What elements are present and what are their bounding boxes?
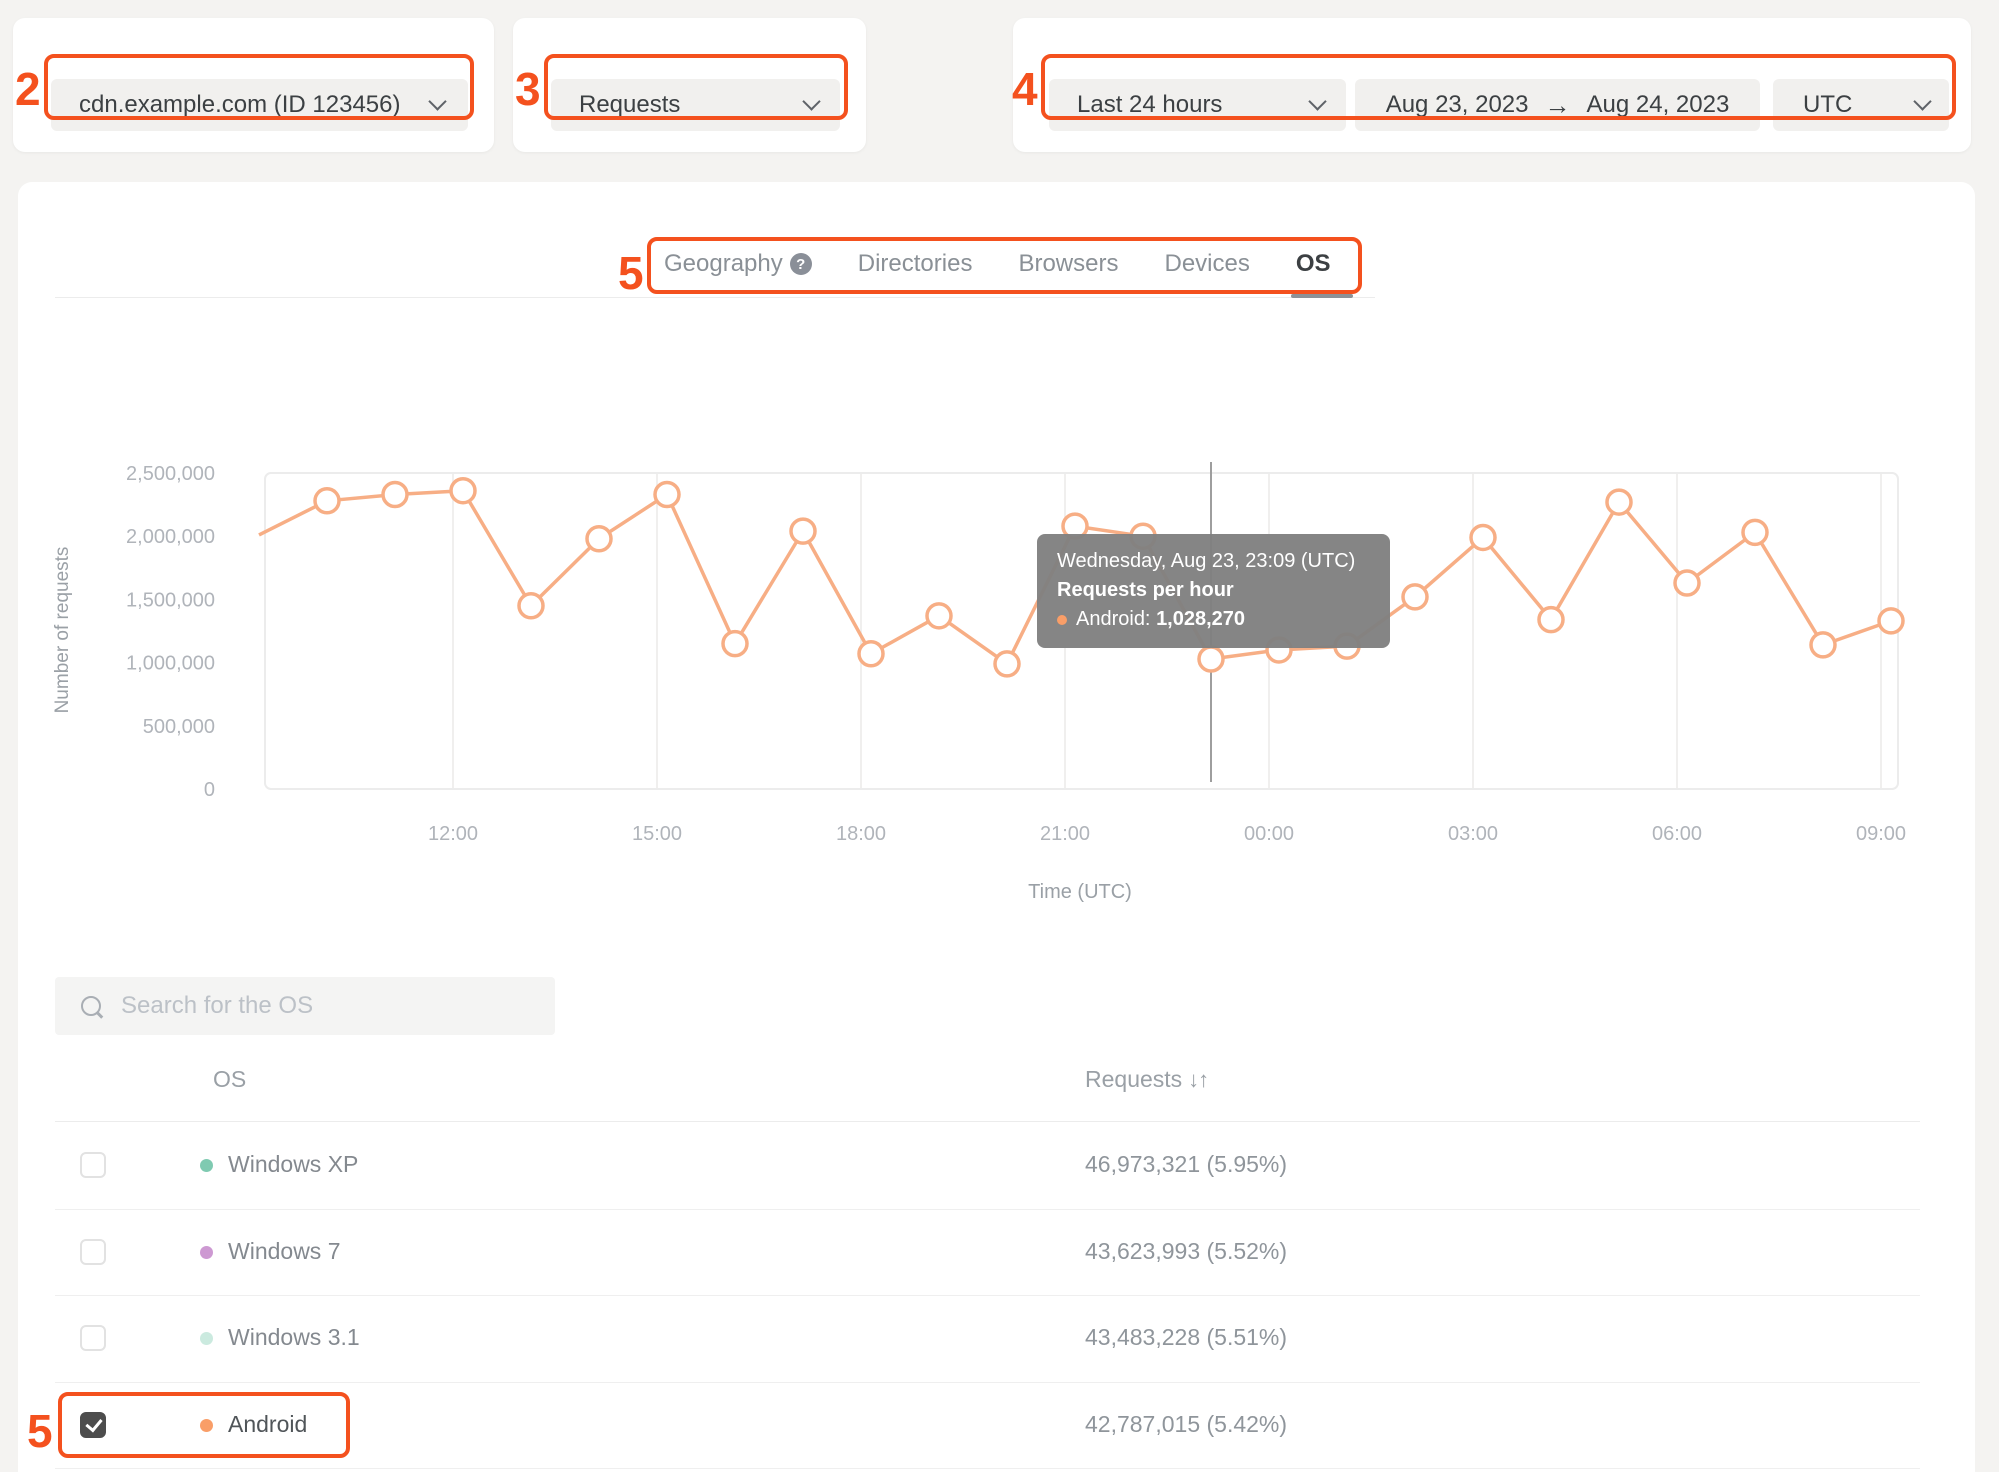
tab-devices[interactable]: Devices	[1164, 250, 1249, 278]
active-tab-underline	[1291, 294, 1353, 298]
svg-text:0: 0	[204, 779, 215, 801]
date-to: Aug 24, 2023	[1587, 91, 1730, 119]
chevron-down-icon	[802, 92, 820, 110]
table-row-windows-xp[interactable]: Windows XP 46,973,321 (5.95%)	[55, 1122, 1920, 1210]
resource-select-value: cdn.example.com (ID 123456)	[79, 91, 401, 119]
chevron-down-icon	[1308, 92, 1326, 110]
metric-card: Requests	[513, 18, 866, 152]
time-range-select[interactable]: Last 24 hours	[1049, 79, 1346, 131]
metric-select[interactable]: Requests	[551, 79, 840, 131]
date-range-field[interactable]: Aug 23, 2023 → Aug 24, 2023	[1355, 79, 1760, 131]
requests-line-chart[interactable]: 12:00 15:00 18:00 21:00 00:00 03:00 06:00 09:00…	[0, 430, 1999, 930]
os-name: Android	[228, 1411, 307, 1438]
tooltip-series-row: Android: 1,028,270	[1057, 605, 1370, 634]
tab-geography[interactable]: Geography?	[664, 250, 812, 278]
svg-text:2,500,000: 2,500,000	[126, 463, 215, 485]
tab-os[interactable]: OS	[1296, 250, 1331, 278]
tooltip-title: Wednesday, Aug 23, 23:09 (UTC)	[1057, 547, 1370, 576]
svg-text:21:00: 21:00	[1040, 823, 1090, 845]
requests-value: 43,483,228 (5.51%)	[1085, 1324, 1287, 1351]
cdn-statistics-page: cdn.example.com (ID 123456) Requests Las…	[0, 0, 1999, 1472]
chart-tooltip: Wednesday, Aug 23, 23:09 (UTC) Requests …	[1037, 534, 1390, 648]
column-header-requests[interactable]: Requests↓↑	[1085, 1066, 1208, 1093]
os-name: Windows 7	[228, 1238, 340, 1265]
tab-label: Devices	[1164, 250, 1249, 278]
svg-text:2,000,000: 2,000,000	[126, 526, 215, 548]
os-search-box	[55, 977, 555, 1035]
series-color-dot-icon	[200, 1246, 213, 1259]
tab-directories[interactable]: Directories	[858, 250, 973, 278]
series-dot-icon	[1057, 615, 1067, 625]
svg-text:500,000: 500,000	[143, 716, 215, 738]
resource-card: cdn.example.com (ID 123456)	[13, 18, 494, 152]
series-color-dot-icon	[200, 1419, 213, 1432]
analytics-tabs: Geography? Directories Browsers Devices OS	[664, 250, 1331, 278]
resource-select[interactable]: cdn.example.com (ID 123456)	[51, 79, 468, 131]
requests-value: 43,623,993 (5.52%)	[1085, 1238, 1287, 1265]
svg-text:03:00: 03:00	[1448, 823, 1498, 845]
timezone-select[interactable]: UTC	[1773, 79, 1949, 131]
chevron-down-icon	[428, 92, 446, 110]
series-color-dot-icon	[200, 1159, 213, 1172]
tooltip-series-label: Android:	[1076, 608, 1151, 630]
metric-select-value: Requests	[579, 91, 680, 119]
tooltip-value: 1,028,270	[1156, 608, 1245, 630]
timezone-value: UTC	[1803, 91, 1852, 119]
table-row-windows-3-1[interactable]: Windows 3.1 43,483,228 (5.51%)	[55, 1295, 1920, 1383]
table-row-android[interactable]: Android 42,787,015 (5.42%)	[55, 1382, 1920, 1470]
svg-text:1,000,000: 1,000,000	[126, 653, 215, 675]
time-range-value: Last 24 hours	[1077, 91, 1222, 119]
date-from: Aug 23, 2023	[1386, 91, 1529, 119]
svg-text:18:00: 18:00	[836, 823, 886, 845]
search-input[interactable]	[119, 991, 523, 1021]
chevron-down-icon	[1913, 92, 1931, 110]
checkbox-unchecked[interactable]	[80, 1152, 106, 1178]
os-name: Windows XP	[228, 1151, 358, 1178]
checkbox-checked[interactable]	[80, 1412, 106, 1438]
svg-text:Number of requests: Number of requests	[52, 547, 73, 714]
requests-value: 46,973,321 (5.95%)	[1085, 1151, 1287, 1178]
svg-text:00:00: 00:00	[1244, 823, 1294, 845]
search-icon	[81, 996, 101, 1016]
svg-text:Time (UTC): Time (UTC)	[1028, 881, 1132, 903]
sort-icons[interactable]: ↓↑	[1188, 1067, 1208, 1092]
os-name: Windows 3.1	[228, 1324, 360, 1351]
svg-text:09:00: 09:00	[1856, 823, 1906, 845]
svg-text:15:00: 15:00	[632, 823, 682, 845]
tab-browsers[interactable]: Browsers	[1018, 250, 1118, 278]
table-row-windows-7[interactable]: Windows 7 43,623,993 (5.52%)	[55, 1209, 1920, 1297]
tooltip-subtitle: Requests per hour	[1057, 576, 1370, 605]
tabs-divider	[55, 297, 1375, 298]
column-header-os[interactable]: OS	[213, 1066, 246, 1093]
checkbox-unchecked[interactable]	[80, 1239, 106, 1265]
svg-text:12:00: 12:00	[428, 823, 478, 845]
svg-text:1,500,000: 1,500,000	[126, 589, 215, 611]
checkbox-unchecked[interactable]	[80, 1325, 106, 1351]
tab-label: Geography	[664, 250, 783, 278]
help-icon[interactable]: ?	[790, 253, 812, 275]
requests-value: 42,787,015 (5.42%)	[1085, 1411, 1287, 1438]
arrow-right-icon: →	[1545, 90, 1571, 121]
tab-label: OS	[1296, 250, 1331, 278]
tab-label: Browsers	[1018, 250, 1118, 278]
time-card: Last 24 hours Aug 23, 2023 → Aug 24, 202…	[1013, 18, 1971, 152]
svg-text:06:00: 06:00	[1652, 823, 1702, 845]
tab-label: Directories	[858, 250, 973, 278]
series-color-dot-icon	[200, 1332, 213, 1345]
